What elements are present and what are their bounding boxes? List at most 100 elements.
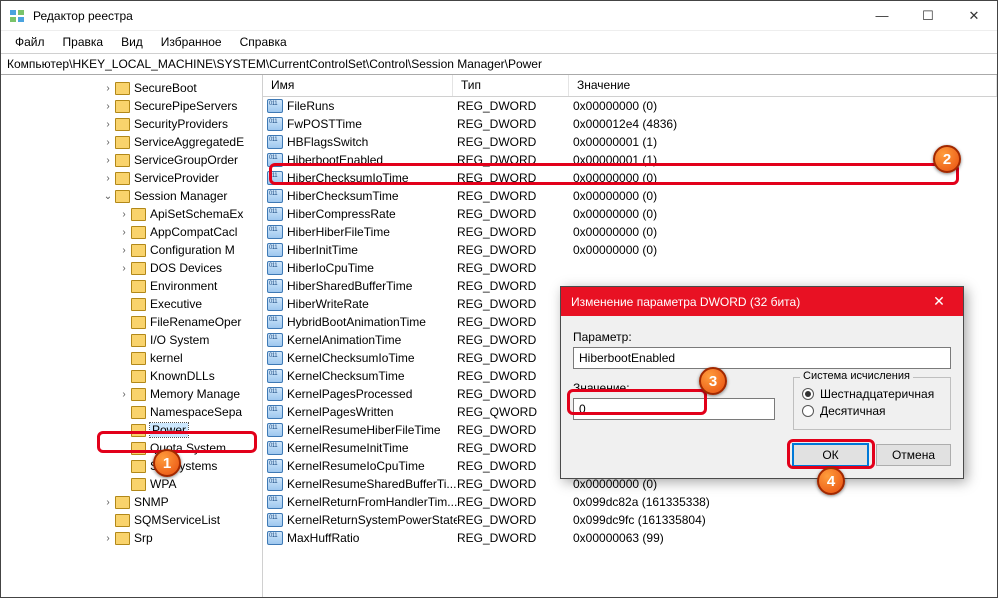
dword-icon: [267, 531, 283, 545]
dword-icon: [267, 99, 283, 113]
dialog-close-button[interactable]: ✕: [925, 293, 953, 310]
menu-view[interactable]: Вид: [113, 33, 151, 51]
tree-pane[interactable]: ›SecureBoot›SecurePipeServers›SecurityPr…: [1, 75, 263, 597]
list-row[interactable]: HiberInitTimeREG_DWORD0x00000000 (0): [263, 241, 997, 259]
close-button[interactable]: ✕: [951, 1, 997, 31]
tree-item-label: AppCompatCacl: [150, 225, 237, 239]
expand-icon[interactable]: ›: [117, 389, 131, 400]
expand-icon[interactable]: ›: [101, 533, 115, 544]
tree-item[interactable]: ›ApiSetSchemaEx: [1, 205, 262, 223]
tree-item-label: ServiceGroupOrder: [134, 153, 238, 167]
expand-icon[interactable]: ›: [101, 101, 115, 112]
cell-name: FwPOSTTime: [287, 117, 457, 131]
radio-dec[interactable]: Десятичная: [802, 404, 942, 418]
tree-item[interactable]: ›ServiceProvider: [1, 169, 262, 187]
tree-item-label: Memory Manage: [150, 387, 240, 401]
cancel-button[interactable]: Отмена: [876, 444, 951, 466]
tree-item[interactable]: ›SecurityProviders: [1, 115, 262, 133]
col-type[interactable]: Тип: [453, 75, 569, 96]
cell-type: REG_DWORD: [457, 495, 573, 509]
list-row[interactable]: HiberHiberFileTimeREG_DWORD0x00000000 (0…: [263, 223, 997, 241]
expand-icon[interactable]: ›: [101, 137, 115, 148]
tree-item-label: Session Manager: [134, 189, 227, 203]
tree-item[interactable]: › ServiceGroupOrder: [1, 151, 262, 169]
tree-item[interactable]: › AppCompatCacl: [1, 223, 262, 241]
expand-icon[interactable]: ⌄: [101, 191, 115, 202]
dword-icon: [267, 117, 283, 131]
tree-item[interactable]: Environment: [1, 277, 262, 295]
list-row[interactable]: HiberIoCpuTimeREG_DWORD: [263, 259, 997, 277]
list-row[interactable]: HiberbootEnabledREG_DWORD0x00000001 (1): [263, 151, 997, 169]
cell-type: REG_DWORD: [457, 387, 573, 401]
maximize-button[interactable]: ☐: [905, 1, 951, 31]
dword-icon: [267, 135, 283, 149]
cell-type: REG_DWORD: [457, 261, 573, 275]
menu-favorites[interactable]: Избранное: [153, 33, 230, 51]
cell-name: HiberInitTime: [287, 243, 457, 257]
list-row[interactable]: KernelReturnSystemPowerStateREG_DWORD0x0…: [263, 511, 997, 529]
cell-value: 0x00000000 (0): [573, 243, 997, 257]
window-title: Редактор реестра: [33, 9, 859, 23]
folder-icon: [115, 82, 130, 95]
value-field[interactable]: [573, 398, 775, 420]
tree-item[interactable]: ›SecureBoot: [1, 79, 262, 97]
cell-name: KernelPagesProcessed: [287, 387, 457, 401]
list-row[interactable]: HiberCompressRateREG_DWORD0x00000000 (0): [263, 205, 997, 223]
minimize-button[interactable]: —: [859, 1, 905, 31]
ok-button[interactable]: ОК: [793, 444, 868, 466]
tree-item[interactable]: SQMServiceList: [1, 511, 262, 529]
tree-item[interactable]: kernel: [1, 349, 262, 367]
expand-icon[interactable]: ›: [117, 245, 131, 256]
folder-icon: [131, 352, 146, 365]
cell-name: HiberbootEnabled: [287, 153, 457, 167]
tree-item[interactable]: ⌄ Session Manager: [1, 187, 262, 205]
folder-icon: [131, 226, 146, 239]
tree-item[interactable]: NamespaceSepa: [1, 403, 262, 421]
dword-icon: [267, 513, 283, 527]
tree-item[interactable]: KnownDLLs: [1, 367, 262, 385]
menu-file[interactable]: Файл: [7, 33, 53, 51]
tree-item-label: Power: [150, 423, 188, 437]
expand-icon[interactable]: ›: [117, 263, 131, 274]
list-row[interactable]: HBFlagsSwitchREG_DWORD0x00000001 (1): [263, 133, 997, 151]
tree-item[interactable]: ›Configuration M: [1, 241, 262, 259]
titlebar: Редактор реестра — ☐ ✕: [1, 1, 997, 31]
tree-item[interactable]: I/O System: [1, 331, 262, 349]
expand-icon[interactable]: ›: [101, 497, 115, 508]
tree-item[interactable]: SubSystems: [1, 457, 262, 475]
list-row[interactable]: MaxHuffRatioREG_DWORD0x00000063 (99): [263, 529, 997, 547]
tree-item[interactable]: WPA: [1, 475, 262, 493]
tree-item[interactable]: ›Srp: [1, 529, 262, 547]
expand-icon[interactable]: ›: [101, 155, 115, 166]
col-name[interactable]: Имя: [263, 75, 453, 96]
expand-icon[interactable]: ›: [101, 173, 115, 184]
tree-item[interactable]: Power: [1, 421, 262, 439]
tree-item[interactable]: ›SNMP: [1, 493, 262, 511]
tree-item[interactable]: ›ServiceAggregatedE: [1, 133, 262, 151]
expand-icon[interactable]: ›: [117, 209, 131, 220]
tree-item[interactable]: Executive: [1, 295, 262, 313]
dword-icon: [267, 387, 283, 401]
dword-icon: [267, 423, 283, 437]
folder-icon: [131, 460, 146, 473]
list-row[interactable]: HiberChecksumIoTimeREG_DWORD0x00000000 (…: [263, 169, 997, 187]
col-value[interactable]: Значение: [569, 75, 997, 96]
menu-edit[interactable]: Правка: [55, 33, 112, 51]
list-row[interactable]: HiberChecksumTimeREG_DWORD0x00000000 (0): [263, 187, 997, 205]
expand-icon[interactable]: ›: [117, 227, 131, 238]
expand-icon[interactable]: ›: [101, 119, 115, 130]
radio-hex[interactable]: Шестнадцатеричная: [802, 387, 942, 401]
list-row[interactable]: FwPOSTTimeREG_DWORD0x000012e4 (4836): [263, 115, 997, 133]
tree-item[interactable]: › Memory Manage: [1, 385, 262, 403]
tree-item[interactable]: Quota System: [1, 439, 262, 457]
address-bar[interactable]: Компьютер\HKEY_LOCAL_MACHINE\SYSTEM\Curr…: [1, 54, 997, 75]
list-row[interactable]: KernelReturnFromHandlerTim...REG_DWORD0x…: [263, 493, 997, 511]
list-row[interactable]: FileRunsREG_DWORD0x00000000 (0): [263, 97, 997, 115]
tree-item[interactable]: ›SecurePipeServers: [1, 97, 262, 115]
tree-item[interactable]: ›DOS Devices: [1, 259, 262, 277]
expand-icon[interactable]: ›: [101, 83, 115, 94]
dword-icon: [267, 153, 283, 167]
tree-item[interactable]: FileRenameOper: [1, 313, 262, 331]
menu-help[interactable]: Справка: [232, 33, 295, 51]
folder-icon: [131, 298, 146, 311]
